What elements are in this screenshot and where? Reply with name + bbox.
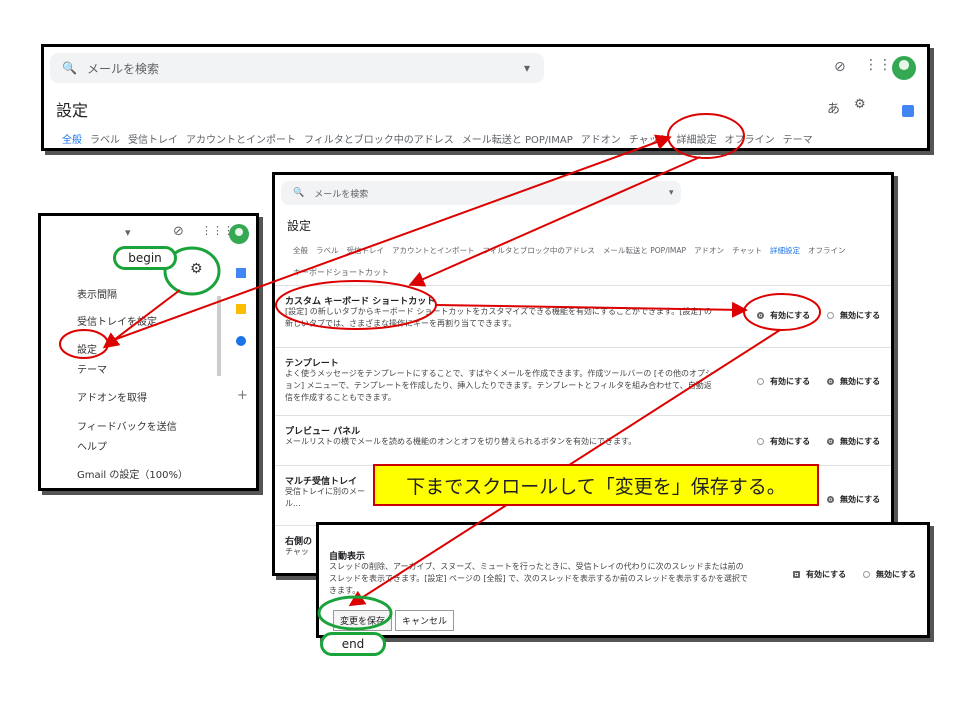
highlight-circle-advanced-tab [667,113,745,159]
highlight-circle-settings-item [59,329,109,359]
arrow-gear-to-settings [102,289,181,349]
begin-label: begin [113,246,177,270]
highlight-circle-custom-shortcuts [275,280,437,330]
arrow-settings-to-advanced [107,134,672,343]
highlight-circle-enable-radio [743,293,821,331]
arrow-advanced-to-shortcuts [408,156,701,287]
arrow-shortcuts-to-enable [435,301,748,318]
end-label: end [320,632,386,656]
instruction-callout: 下までスクロールして「変更を」保存する。 [373,464,819,506]
annotation-overlay [59,113,821,631]
